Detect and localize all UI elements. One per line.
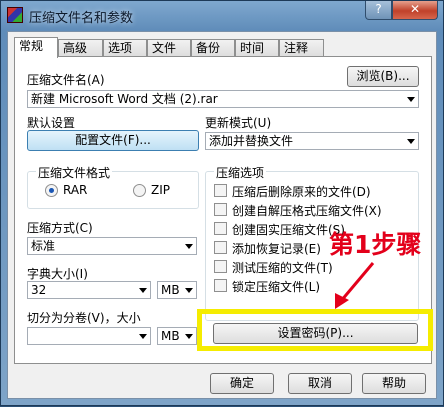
compression-method-value: 标准 <box>31 239 56 253</box>
recovery-record-label: 添加恢复记录(E) <box>232 242 321 256</box>
title-close-button[interactable]: ✕ <box>392 1 438 20</box>
lock-archive-checkbox[interactable] <box>214 279 227 292</box>
cancel-button[interactable]: 取消 <box>288 373 352 394</box>
delete-after-checkbox[interactable] <box>214 184 227 197</box>
test-files-checkbox[interactable] <box>214 260 227 273</box>
winrar-app-icon <box>7 7 23 23</box>
tab-options[interactable]: 选项 <box>103 39 147 57</box>
chevron-down-icon <box>407 97 415 102</box>
create-solid-checkbox[interactable] <box>214 222 227 235</box>
compression-method-select[interactable]: 标准 <box>27 237 197 255</box>
update-mode-label: 更新模式(U) <box>205 116 272 130</box>
create-sfx-label: 创建自解压格式压缩文件(X) <box>232 204 382 218</box>
split-volumes-input[interactable] <box>27 327 151 345</box>
chevron-down-icon <box>139 288 147 293</box>
test-files-label: 测试压缩的文件(T) <box>232 261 333 275</box>
tab-general[interactable]: 常规 <box>14 37 58 58</box>
default-settings-label: 默认设置 <box>27 116 76 130</box>
archive-name-value: 新建 Microsoft Word 文档 (2).rar <box>31 92 218 106</box>
split-unit-value: MB <box>161 329 180 343</box>
title-bar: 压缩文件名和参数 ? ✕ <box>1 1 443 31</box>
dictionary-unit-select[interactable]: MB <box>157 281 197 299</box>
recovery-record-checkbox[interactable] <box>214 241 227 254</box>
browse-button[interactable]: 浏览(B)... <box>347 66 419 87</box>
dictionary-size-label: 字典大小(I) <box>27 267 88 281</box>
help-icon: ? <box>375 2 382 16</box>
tab-advanced[interactable]: 高级 <box>58 39 103 57</box>
dictionary-unit-value: MB <box>161 283 180 297</box>
title-help-button[interactable]: ? <box>365 1 392 20</box>
split-volumes-label: 切分为分卷(V)，大小 <box>27 311 141 325</box>
dialog-window: 压缩文件名和参数 ? ✕ 常规 高级 选项 文件 备份 时间 注释 压缩文件名(… <box>0 0 444 406</box>
create-sfx-checkbox[interactable] <box>214 203 227 216</box>
rar-label: RAR <box>63 183 88 197</box>
chevron-down-icon <box>185 244 193 249</box>
profiles-button[interactable]: 配置文件(F)... <box>27 130 199 151</box>
zip-label: ZIP <box>151 183 170 197</box>
split-unit-select[interactable]: MB <box>157 327 197 345</box>
chevron-down-icon <box>185 334 193 339</box>
archive-name-input[interactable]: 新建 Microsoft Word 文档 (2).rar <box>27 90 419 108</box>
compression-options-title: 压缩选项 <box>214 164 267 181</box>
archive-name-label: 压缩文件名(A) <box>27 73 105 87</box>
ok-button[interactable]: 确定 <box>210 373 274 394</box>
chevron-down-icon <box>407 139 415 144</box>
update-mode-select[interactable]: 添加并替换文件 <box>205 132 419 150</box>
update-mode-value: 添加并替换文件 <box>209 134 294 148</box>
tab-backup[interactable]: 备份 <box>191 39 235 57</box>
close-icon: ✕ <box>409 2 421 16</box>
rar-radio[interactable] <box>45 184 58 197</box>
zip-radio[interactable] <box>133 184 146 197</box>
compression-method-label: 压缩方式(C) <box>27 221 93 235</box>
tab-files[interactable]: 文件 <box>147 39 191 57</box>
archive-format-title: 压缩文件格式 <box>36 164 113 181</box>
step-highlight-box <box>197 309 433 351</box>
dictionary-size-value: 32 <box>31 283 47 297</box>
step-annotation-text: 第1步骤 <box>329 230 422 259</box>
help-button[interactable]: 帮助 <box>362 373 426 394</box>
archive-format-group: 压缩文件格式 RAR ZIP <box>27 164 199 209</box>
lock-archive-label: 锁定压缩文件(L) <box>232 280 321 294</box>
delete-after-label: 压缩后删除原来的文件(D) <box>232 185 371 199</box>
chevron-down-icon <box>185 288 193 293</box>
tab-time[interactable]: 时间 <box>235 39 279 57</box>
window-title: 压缩文件名和参数 <box>29 11 134 26</box>
tab-comment[interactable]: 注释 <box>279 39 324 57</box>
chevron-down-icon <box>139 334 147 339</box>
dictionary-size-select[interactable]: 32 <box>27 281 151 299</box>
